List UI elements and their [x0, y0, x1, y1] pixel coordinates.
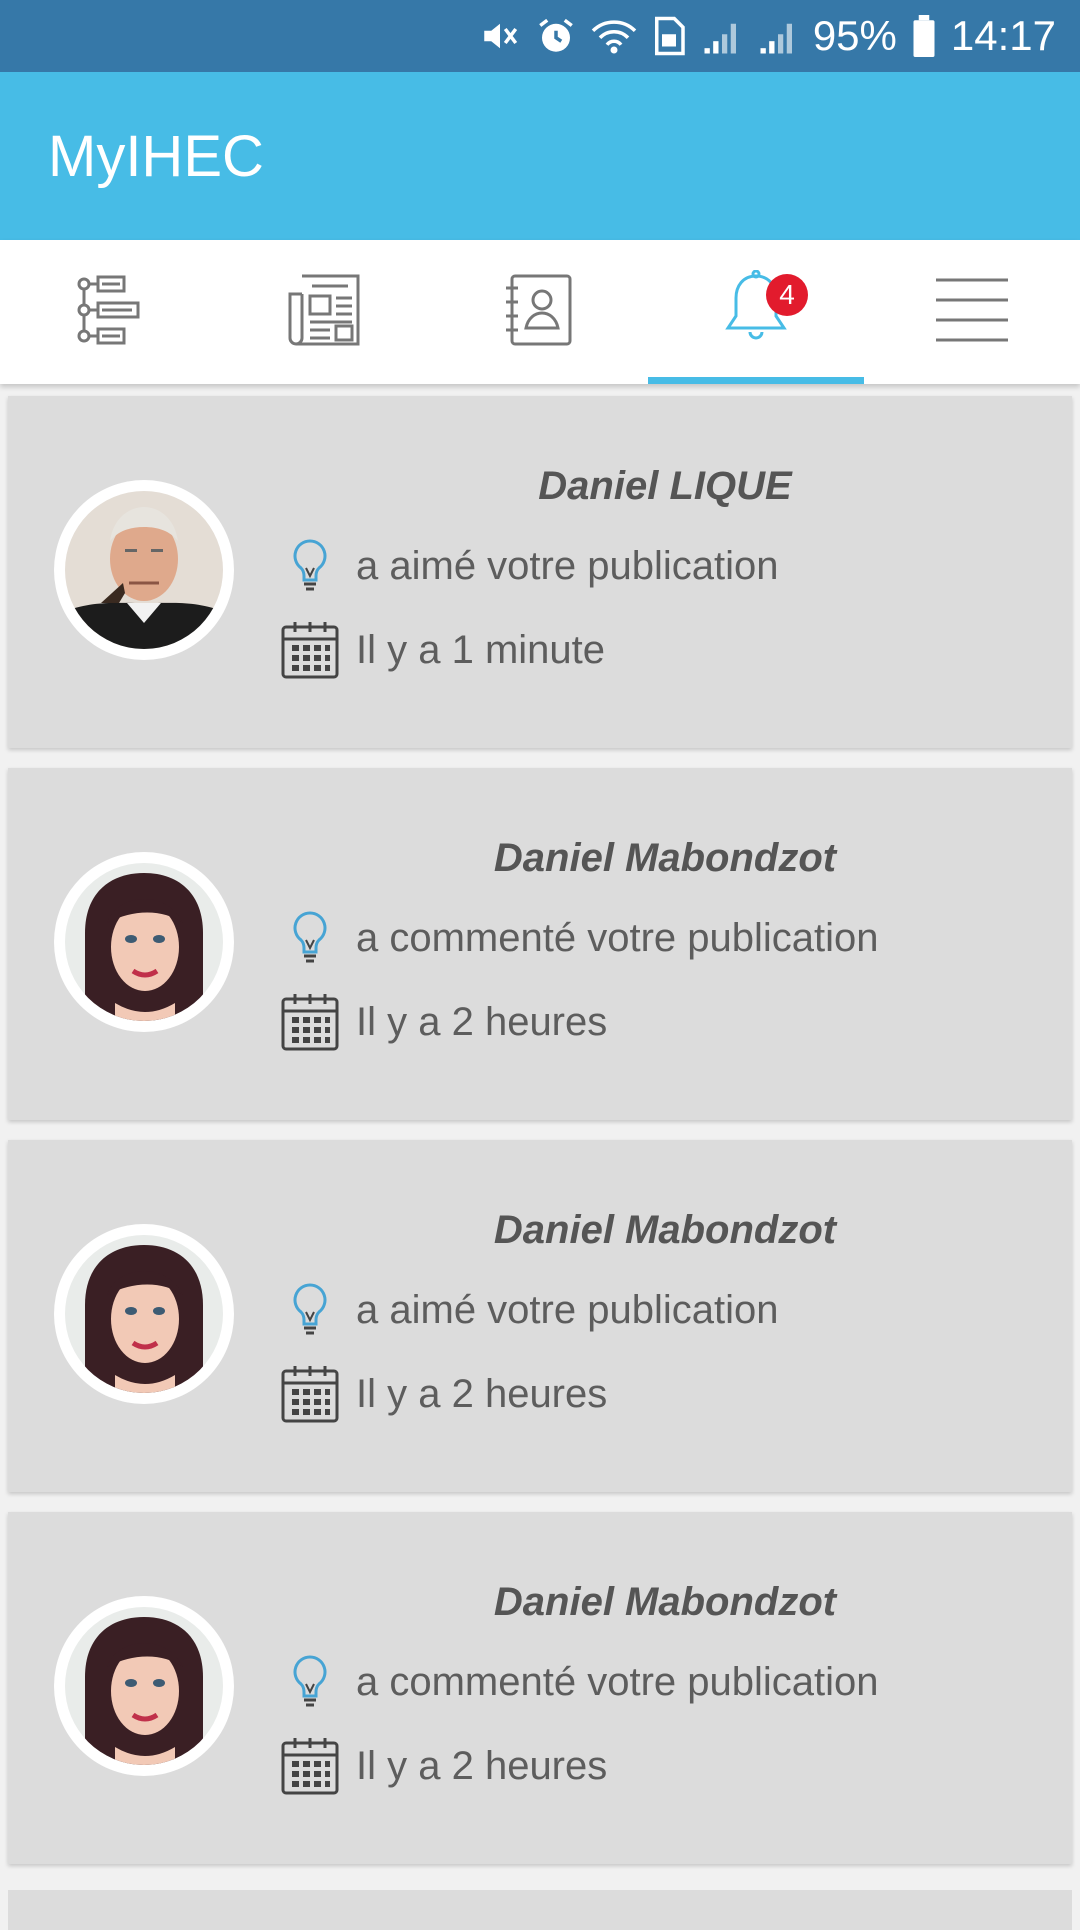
- notification-time: Il y a 2 heures: [278, 1734, 607, 1798]
- user-name: Daniel Mabondzot: [493, 836, 837, 880]
- avatar: [54, 1596, 234, 1776]
- tab-contacts[interactable]: [432, 240, 648, 384]
- time-text: Il y a 2 heures: [356, 1371, 608, 1416]
- notification-item[interactable]: Daniel LIQUE a aimé votre publication Il…: [8, 396, 1072, 748]
- battery-percent: 95%: [812, 12, 897, 59]
- lightbulb-icon: [278, 906, 342, 970]
- app-title: MyIHEC: [48, 123, 264, 189]
- contacts-icon: [504, 274, 576, 351]
- notification-list: Daniel LIQUE a aimé votre publication Il…: [0, 384, 1080, 1864]
- user-name: Daniel Mabondzot: [493, 1580, 837, 1624]
- calendar-icon: [278, 618, 342, 682]
- notification-action: a aimé votre publication: [278, 1278, 778, 1342]
- action-text: a aimé votre publication: [356, 543, 779, 588]
- battery-icon: [911, 15, 937, 57]
- signal-icon: [757, 15, 799, 57]
- action-text: a aimé votre publication: [356, 1287, 779, 1332]
- notification-item[interactable]: Daniel Mabondzot a commenté votre public…: [8, 768, 1072, 1120]
- newspaper-icon: [288, 274, 360, 351]
- notification-item[interactable]: Daniel Mabondzot a aimé votre publicatio…: [8, 1140, 1072, 1492]
- calendar-icon: [278, 1362, 342, 1426]
- time-text: Il y a 1 minute: [356, 627, 606, 672]
- time-text: Il y a 2 heures: [356, 999, 608, 1044]
- tab-menu[interactable]: [864, 240, 1080, 384]
- avatar: [54, 480, 234, 660]
- user-name: Daniel LIQUE: [538, 464, 792, 508]
- status-bar: 95% 14:17: [0, 0, 1080, 72]
- notification-action: a aimé votre publication: [278, 534, 778, 598]
- menu-icon: [934, 274, 1010, 351]
- action-text: a commenté votre publication: [356, 915, 879, 960]
- action-text: a commenté votre publication: [356, 1659, 879, 1704]
- mute-icon: [479, 15, 521, 57]
- notification-action: a commenté votre publication: [278, 906, 879, 970]
- notification-action: a commenté votre publication: [278, 1650, 879, 1714]
- app-bar: MyIHEC: [0, 72, 1080, 240]
- notification-time: Il y a 2 heures: [278, 1362, 607, 1426]
- lightbulb-icon: [278, 1650, 342, 1714]
- notification-item-partial[interactable]: [8, 1890, 1072, 1930]
- time-text: Il y a 2 heures: [356, 1743, 608, 1788]
- signal-icon: [701, 15, 743, 57]
- tab-bar: 4: [0, 240, 1080, 384]
- notification-item[interactable]: Daniel Mabondzot a commenté votre public…: [8, 1512, 1072, 1864]
- calendar-icon: [278, 990, 342, 1054]
- clock: 14:17: [950, 12, 1056, 59]
- lightbulb-icon: [278, 534, 342, 598]
- alarm-icon: [535, 15, 577, 57]
- tab-news[interactable]: [216, 240, 432, 384]
- lightbulb-icon: [278, 1278, 342, 1342]
- wifi-icon: [591, 15, 637, 57]
- avatar: [54, 1224, 234, 1404]
- sim-card-icon: [651, 15, 687, 57]
- notification-count-badge: 4: [766, 274, 808, 316]
- tab-notifications[interactable]: 4: [648, 240, 864, 384]
- timeline-icon: [72, 274, 144, 351]
- notification-time: Il y a 2 heures: [278, 990, 607, 1054]
- user-name: Daniel Mabondzot: [493, 1208, 837, 1252]
- notification-time: Il y a 1 minute: [278, 618, 605, 682]
- calendar-icon: [278, 1734, 342, 1798]
- avatar: [54, 852, 234, 1032]
- tab-timeline[interactable]: [0, 240, 216, 384]
